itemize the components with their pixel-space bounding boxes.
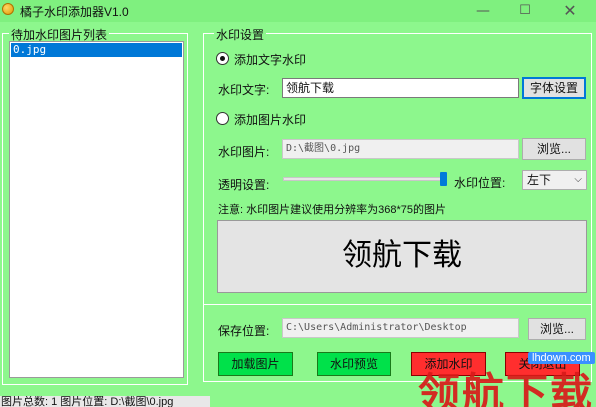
opacity-slider-track[interactable] [283,177,446,181]
close-window-button[interactable]: ✕ [550,0,590,22]
watermark-text-input[interactable]: 领航下载 [282,78,519,98]
watermark-image-label: 水印图片: [218,145,270,159]
preview-watermark-button[interactable]: 水印预览 [317,352,391,376]
site-watermark-url: lhdown.com [528,352,595,364]
position-select[interactable]: 左下 ⌵ [522,170,587,190]
browse-image-button[interactable]: 浏览... [522,138,586,160]
image-listbox[interactable]: 0.jpg [9,41,184,378]
orange-app-icon [2,3,14,15]
position-select-value: 左下 [527,173,552,187]
status-bar: 图片总数: 1 图片位置: D:\截图\0.jpg [0,396,210,407]
save-location-label: 保存位置: [218,324,270,338]
chevron-down-icon: ⌵ [574,174,582,185]
text-watermark-radio-label[interactable]: 添加文字水印 [234,51,306,68]
watermark-text-label: 水印文字: [218,83,270,97]
watermark-image-path-field[interactable]: D:\截图\0.jpg [282,139,519,159]
watermark-preview-text: 领航下载 [342,239,462,272]
watermark-settings-group-label: 水印设置 [214,26,267,43]
maximize-button[interactable]: ☐ [505,0,545,22]
opacity-slider-thumb[interactable] [440,172,447,186]
position-label: 水印位置: [454,176,506,190]
text-watermark-radio[interactable] [216,52,229,65]
browse-save-button[interactable]: 浏览... [528,318,586,340]
site-watermark-text: 领航下载 [418,369,595,407]
load-images-button[interactable]: 加载图片 [218,352,293,376]
app-window: 橘子水印添加器V1.0 — ☐ ✕ 待加水印图片列表 0.jpg 水印设置 添加… [0,0,596,407]
list-item[interactable]: 0.jpg [11,43,182,57]
watermark-preview-box: 领航下载 [217,220,587,293]
site-watermark-overlay: 领航下载 lhdown.com [414,350,596,407]
image-watermark-radio[interactable] [216,112,229,125]
minimize-button[interactable]: — [463,0,503,22]
opacity-label: 透明设置: [218,178,270,192]
window-title: 橘子水印添加器V1.0 [20,5,129,19]
resolution-note: 注意: 水印图片建议使用分辨率为368*75的图片 [218,204,446,216]
font-settings-button[interactable]: 字体设置 [522,77,586,99]
title-bar[interactable]: 橘子水印添加器V1.0 — ☐ ✕ [0,0,596,22]
save-location-field[interactable]: C:\Users\Administrator\Desktop [282,318,519,338]
image-watermark-radio-label[interactable]: 添加图片水印 [234,111,306,128]
